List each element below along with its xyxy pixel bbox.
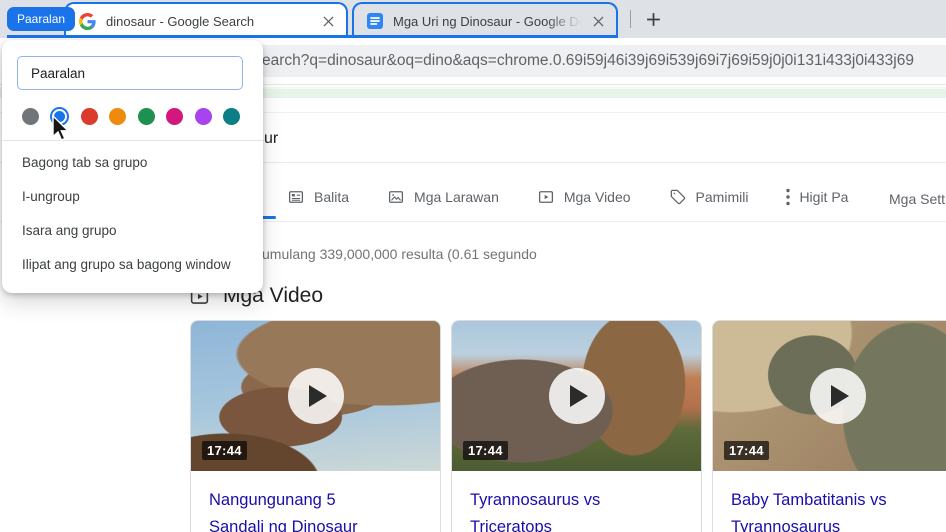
menu-item-new-tab-in-group[interactable]: Bagong tab sa grupo bbox=[2, 146, 263, 180]
tab-group-chip[interactable]: Paaralan bbox=[7, 7, 75, 31]
url-text: earch?q=dinosaur&oq=dino&aqs=chrome.0.69… bbox=[262, 45, 914, 77]
tab-group-underline bbox=[7, 35, 618, 39]
video-card[interactable]: 17:44 Tyrannosaurus vs Triceratops bbox=[451, 320, 702, 532]
mouse-cursor-icon bbox=[51, 115, 71, 143]
serp-tab-label: Pamimili bbox=[696, 189, 749, 205]
play-icon bbox=[831, 385, 849, 407]
tag-icon bbox=[669, 188, 687, 206]
search-query-fragment: ur bbox=[264, 130, 278, 148]
video-cards-row: 17:44 Nangungunang 5 Sandali ng Dinosaur… bbox=[190, 320, 946, 532]
address-bar[interactable]: earch?q=dinosaur&oq=dino&aqs=chrome.0.69… bbox=[190, 45, 946, 77]
serp-tab-label: Mga Larawan bbox=[414, 189, 499, 205]
more-vertical-icon bbox=[786, 188, 790, 206]
menu-item-close-group[interactable]: Isara ang grupo bbox=[2, 214, 263, 248]
video-title-line: Tyrannosaurus vs bbox=[470, 487, 683, 514]
color-swatch-pink[interactable] bbox=[166, 108, 183, 125]
video-title-link[interactable]: Nangungunang 5 Sandali ng Dinosaur bbox=[191, 471, 440, 532]
video-title-line: Nangungunang 5 bbox=[209, 487, 422, 514]
play-icon bbox=[309, 385, 327, 407]
video-duration-badge: 17:44 bbox=[463, 441, 508, 460]
color-swatch-teal[interactable] bbox=[223, 108, 240, 125]
color-swatch-orange[interactable] bbox=[109, 108, 126, 125]
browser-window: Paaralan dinosaur - Google Search Mga Ur… bbox=[0, 0, 946, 532]
color-swatch-grey[interactable] bbox=[22, 108, 39, 125]
video-card[interactable]: 17:44 Baby Tambatitanis vs Tyrannosaurus bbox=[712, 320, 946, 532]
tab-title-fade bbox=[546, 10, 588, 32]
tab-separator bbox=[630, 10, 631, 28]
google-favicon-icon bbox=[79, 13, 96, 30]
tab-close-icon[interactable] bbox=[589, 12, 607, 30]
menu-item-move-group-to-new-window[interactable]: Ilipat ang grupo sa bagong window bbox=[2, 248, 263, 282]
result-stats: umulang 339,000,000 resulta (0.61 segund… bbox=[262, 246, 537, 262]
popup-menu: Bagong tab sa grupo I-ungroup Isara ang … bbox=[2, 146, 263, 282]
video-title-link[interactable]: Baby Tambatitanis vs Tyrannosaurus bbox=[713, 471, 946, 532]
video-duration-badge: 17:44 bbox=[724, 441, 769, 460]
video-thumbnail[interactable]: 17:44 bbox=[452, 321, 701, 471]
video-title-line: Baby Tambatitanis vs bbox=[731, 487, 944, 514]
tab-google-docs[interactable]: Mga Uri ng Dinosaur - Google Do bbox=[352, 2, 618, 38]
tab-group-editor-popup: Bagong tab sa grupo I-ungroup Isara ang … bbox=[2, 40, 263, 293]
serp-tab-label: Mga Video bbox=[564, 189, 631, 205]
tab-google-search[interactable]: dinosaur - Google Search bbox=[64, 2, 348, 38]
tab-close-icon[interactable] bbox=[319, 12, 337, 30]
serp-tab-label: Balita bbox=[314, 189, 349, 205]
video-thumbnail[interactable]: 17:44 bbox=[713, 321, 946, 471]
tab-title: dinosaur - Google Search bbox=[106, 14, 313, 29]
video-card[interactable]: 17:44 Nangungunang 5 Sandali ng Dinosaur bbox=[190, 320, 441, 532]
video-duration-badge: 17:44 bbox=[202, 441, 247, 460]
plus-icon bbox=[646, 12, 661, 27]
group-name-input[interactable] bbox=[17, 56, 243, 90]
menu-item-ungroup[interactable]: I-ungroup bbox=[2, 180, 263, 214]
serp-tab-label: Higit Pa bbox=[799, 189, 848, 205]
result-type-tabs: Balita Mga Larawan Mga Video Pamimili Hi… bbox=[287, 188, 848, 206]
serp-tab-mga-video[interactable]: Mga Video bbox=[537, 188, 631, 206]
color-swatch-purple[interactable] bbox=[195, 108, 212, 125]
video-play-button[interactable] bbox=[549, 368, 605, 424]
play-icon bbox=[570, 385, 588, 407]
video-title-line: Triceratops bbox=[470, 514, 683, 532]
video-icon bbox=[537, 188, 555, 206]
serp-tab-mga-larawan[interactable]: Mga Larawan bbox=[387, 188, 499, 206]
google-docs-favicon-icon bbox=[367, 13, 383, 29]
news-icon bbox=[287, 188, 305, 206]
serp-tab-pamimili[interactable]: Pamimili bbox=[669, 188, 749, 206]
color-swatch-green[interactable] bbox=[138, 108, 155, 125]
video-play-button[interactable] bbox=[288, 368, 344, 424]
video-title-link[interactable]: Tyrannosaurus vs Triceratops bbox=[452, 471, 701, 532]
settings-link[interactable]: Mga Sett bbox=[889, 191, 945, 207]
popup-divider bbox=[2, 140, 263, 141]
video-title-line: Tyrannosaurus bbox=[731, 514, 944, 532]
image-icon bbox=[387, 188, 405, 206]
video-play-button[interactable] bbox=[810, 368, 866, 424]
serp-tab-balita[interactable]: Balita bbox=[287, 188, 349, 206]
video-title-line: Sandali ng Dinosaur bbox=[209, 514, 422, 532]
tab-strip: Paaralan dinosaur - Google Search Mga Ur… bbox=[0, 0, 946, 38]
video-thumbnail[interactable]: 17:44 bbox=[191, 321, 440, 471]
color-swatch-red[interactable] bbox=[81, 108, 98, 125]
serp-tab-higit-pa[interactable]: Higit Pa bbox=[786, 188, 848, 206]
new-tab-button[interactable] bbox=[640, 6, 666, 32]
